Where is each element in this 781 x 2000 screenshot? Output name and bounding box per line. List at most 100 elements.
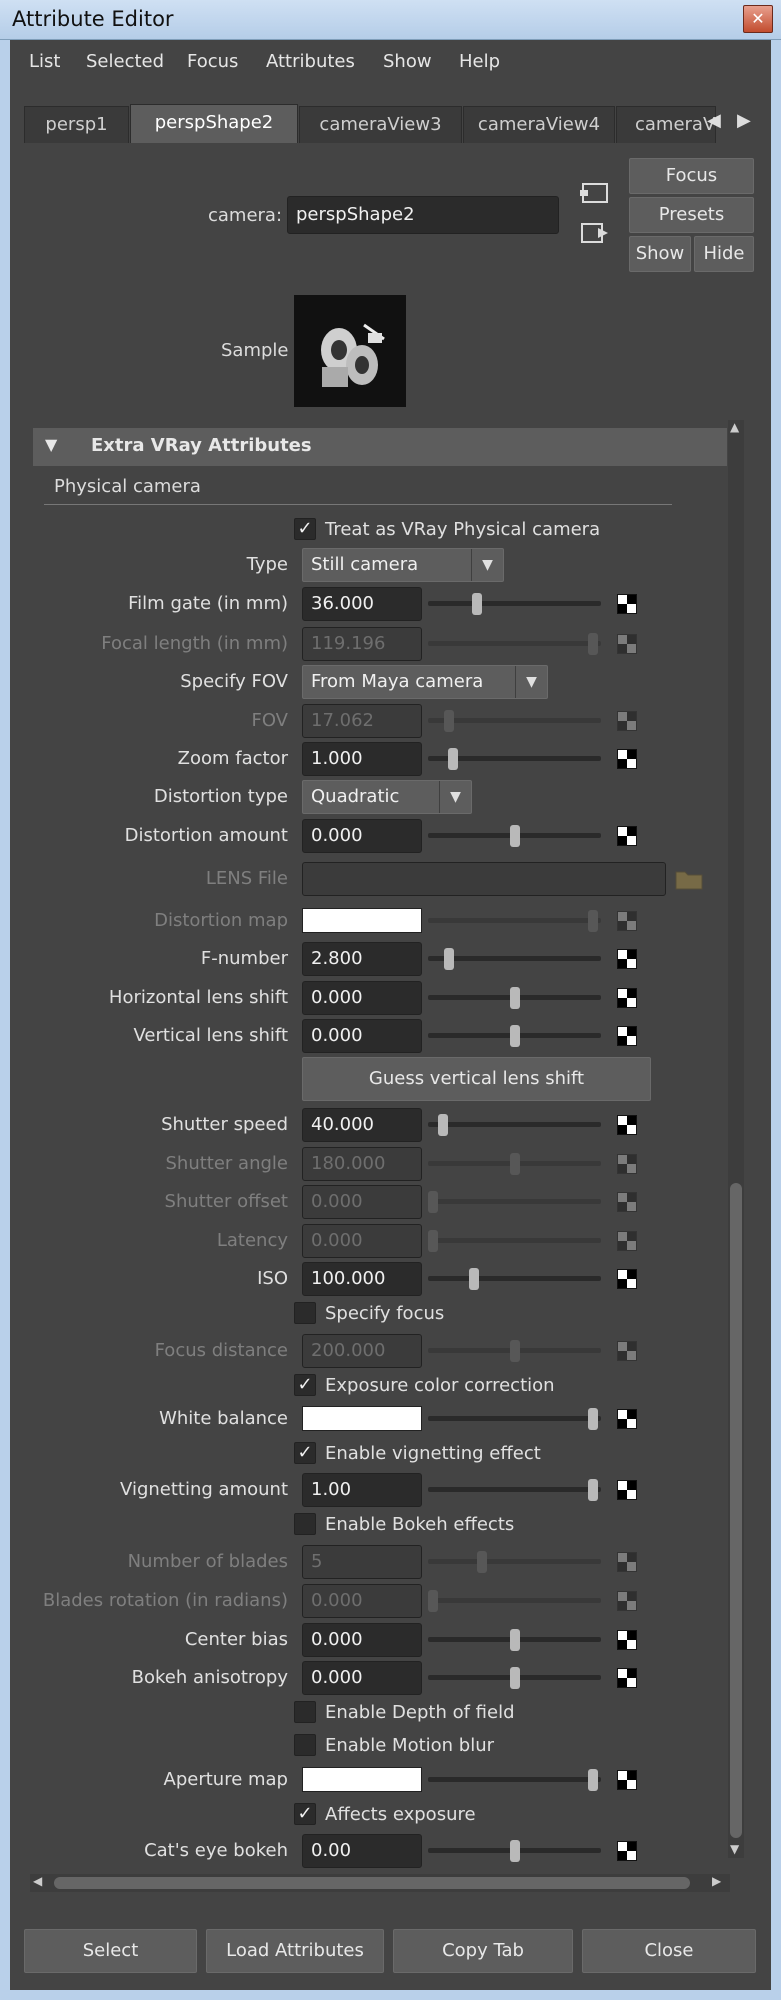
tab-cameraView4[interactable]: cameraView4	[463, 106, 615, 143]
scroll-down-arrow-icon[interactable]: ▼	[730, 1842, 739, 1856]
enable-dof-checkbox[interactable]	[294, 1701, 316, 1723]
v-lens-shift-slider-thumb[interactable]	[509, 1025, 520, 1047]
shutter-speed-field[interactable]: 40.000	[302, 1108, 422, 1142]
tab-perspShape2[interactable]: perspShape2	[130, 104, 298, 143]
vertical-scroll-thumb[interactable]	[730, 1183, 742, 1838]
white-balance-swatch[interactable]	[302, 1406, 422, 1431]
tab-cameraView3[interactable]: cameraView3	[299, 106, 462, 143]
specify-fov-dropdown[interactable]: From Maya camera ▼	[302, 665, 548, 699]
vignetting-amount-field[interactable]: 1.00	[302, 1473, 422, 1507]
aperture-map-slider[interactable]	[428, 1777, 601, 1782]
menu-help[interactable]: Help	[459, 51, 500, 72]
scroll-up-arrow-icon[interactable]: ▲	[730, 420, 739, 434]
scroll-left-arrow-icon[interactable]: ◀	[33, 1874, 42, 1888]
film-gate-field[interactable]: 36.000	[302, 587, 422, 621]
map-button-icon[interactable]	[617, 826, 637, 846]
guess-vertical-lens-shift-button[interactable]: Guess vertical lens shift	[302, 1057, 651, 1101]
window-title: Attribute Editor	[12, 7, 174, 31]
horizontal-scroll-thumb[interactable]	[54, 1877, 690, 1889]
focus-distance-label: Focus distance	[154, 1340, 288, 1361]
affects-exposure-checkbox[interactable]: ✓	[294, 1803, 316, 1825]
collapse-arrow-icon[interactable]: ▼	[45, 435, 57, 454]
aperture-map-slider-thumb[interactable]	[587, 1769, 598, 1791]
shutter-speed-slider-thumb[interactable]	[437, 1114, 448, 1136]
menu-focus[interactable]: Focus	[187, 51, 238, 72]
treat-physical-checkbox[interactable]: ✓	[294, 518, 316, 540]
map-button-icon[interactable]	[617, 1115, 637, 1135]
menu-selected[interactable]: Selected	[86, 51, 164, 72]
vignetting-amount-slider[interactable]	[428, 1487, 601, 1492]
iso-field[interactable]: 100.000	[302, 1262, 422, 1296]
map-button-icon[interactable]	[617, 594, 637, 614]
presets-button[interactable]: Presets	[629, 197, 754, 233]
h-lens-shift-slider-thumb[interactable]	[509, 987, 520, 1009]
type-dropdown[interactable]: Still camera ▼	[302, 548, 504, 582]
map-button-icon[interactable]	[617, 749, 637, 769]
white-balance-slider-thumb[interactable]	[587, 1408, 598, 1430]
menu-attributes[interactable]: Attributes	[266, 51, 355, 72]
map-button-icon[interactable]	[617, 1841, 637, 1861]
zoom-factor-slider-thumb[interactable]	[447, 748, 458, 770]
specify-focus-checkbox[interactable]	[294, 1302, 316, 1324]
map-button-icon[interactable]	[617, 988, 637, 1008]
camera-name-field[interactable]: perspShape2	[287, 196, 559, 234]
map-button-icon[interactable]	[617, 1409, 637, 1429]
load-attributes-button[interactable]: Load Attributes	[206, 1929, 384, 1973]
focus-button[interactable]: Focus	[629, 158, 754, 194]
distortion-amount-field[interactable]: 0.000	[302, 819, 422, 853]
bokeh-anisotropy-slider-thumb[interactable]	[509, 1667, 520, 1689]
enable-bokeh-checkbox[interactable]	[294, 1513, 316, 1535]
center-bias-slider-thumb[interactable]	[509, 1629, 520, 1651]
vignetting-amount-slider-thumb[interactable]	[587, 1479, 598, 1501]
menu-show[interactable]: Show	[383, 51, 432, 72]
enable-vignetting-checkbox[interactable]: ✓	[294, 1442, 316, 1464]
iso-slider-thumb[interactable]	[468, 1268, 479, 1290]
aperture-map-swatch[interactable]	[302, 1767, 422, 1792]
hide-button[interactable]: Hide	[694, 236, 754, 272]
center-bias-field[interactable]: 0.000	[302, 1623, 422, 1657]
enable-bokeh-label: Enable Bokeh effects	[325, 1514, 515, 1535]
v-lens-shift-field[interactable]: 0.000	[302, 1019, 422, 1053]
close-icon[interactable]: ✕	[743, 5, 773, 33]
menu-list[interactable]: List	[29, 51, 60, 72]
tab-scroll-left-icon[interactable]: ◀	[707, 110, 721, 131]
tab-persp1[interactable]: persp1	[24, 106, 129, 143]
f-number-field[interactable]: 2.800	[302, 942, 422, 976]
menu-bar: List Selected Focus Attributes Show Help	[10, 40, 771, 84]
map-button-icon[interactable]	[617, 1480, 637, 1500]
tab-scroll-right-icon[interactable]: ▶	[737, 110, 751, 131]
zoom-factor-field[interactable]: 1.000	[302, 742, 422, 776]
distortion-amount-slider-thumb[interactable]	[509, 825, 520, 847]
white-balance-slider[interactable]	[428, 1416, 601, 1421]
exposure-cc-checkbox[interactable]: ✓	[294, 1374, 316, 1396]
map-button-icon[interactable]	[617, 949, 637, 969]
iso-slider[interactable]	[428, 1276, 601, 1281]
num-blades-slider	[428, 1559, 601, 1564]
cats-eye-slider-thumb[interactable]	[509, 1840, 520, 1862]
cats-eye-field[interactable]: 0.00	[302, 1834, 422, 1868]
map-button-icon[interactable]	[617, 1630, 637, 1650]
specify-fov-label: Specify FOV	[180, 671, 288, 692]
bokeh-anisotropy-field[interactable]: 0.000	[302, 1661, 422, 1695]
f-number-slider-thumb[interactable]	[444, 948, 455, 970]
map-button-icon[interactable]	[617, 1770, 637, 1790]
show-button[interactable]: Show	[629, 236, 691, 272]
section-header-extra-vray[interactable]: ▼ Extra VRay Attributes	[33, 428, 727, 466]
select-node-icon[interactable]	[580, 180, 610, 206]
map-button-icon[interactable]	[617, 1668, 637, 1688]
load-camera-icon[interactable]	[580, 220, 610, 246]
map-button-icon	[617, 1552, 637, 1572]
distortion-type-dropdown[interactable]: Quadratic ▼	[302, 780, 472, 814]
copy-tab-button[interactable]: Copy Tab	[393, 1929, 573, 1973]
film-gate-slider[interactable]	[428, 601, 601, 606]
film-gate-slider-thumb[interactable]	[472, 593, 482, 615]
map-button-icon[interactable]	[617, 1269, 637, 1289]
h-lens-shift-field[interactable]: 0.000	[302, 981, 422, 1015]
scroll-right-arrow-icon[interactable]: ▶	[712, 1874, 721, 1888]
tab-cameraView5[interactable]: cameraV	[616, 106, 716, 143]
map-button-icon[interactable]	[617, 1026, 637, 1046]
close-button[interactable]: Close	[582, 1929, 756, 1973]
select-button[interactable]: Select	[24, 1929, 197, 1973]
shutter-speed-slider[interactable]	[428, 1122, 601, 1127]
enable-motion-blur-checkbox[interactable]	[294, 1734, 316, 1756]
